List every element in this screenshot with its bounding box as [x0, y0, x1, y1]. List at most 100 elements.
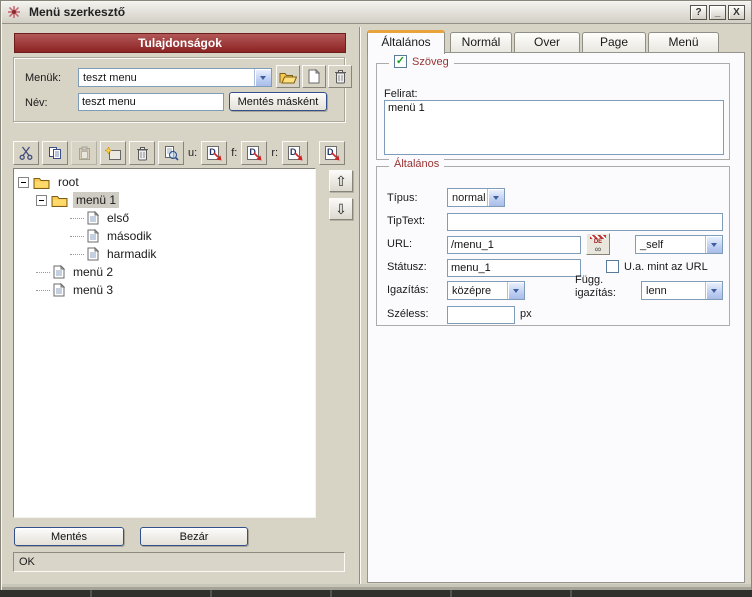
- menu-tree: root menü 1 első második harmadik: [13, 168, 316, 518]
- down-arrow-icon: ⇩: [335, 201, 347, 218]
- r-label: r:: [270, 147, 279, 159]
- tab-over[interactable]: Over: [514, 32, 580, 52]
- document-icon: [87, 229, 99, 243]
- tiptext-input[interactable]: [447, 213, 723, 231]
- export-all-button[interactable]: D: [319, 141, 345, 165]
- tree-connector: [36, 272, 50, 273]
- name-label: Név:: [25, 97, 48, 109]
- new-item-icon: [105, 147, 121, 160]
- tree-item-harmadik[interactable]: harmadik: [14, 245, 315, 263]
- px-label: px: [520, 308, 532, 320]
- collapse-icon[interactable]: [36, 195, 47, 206]
- tree-connector: [70, 236, 84, 237]
- szeless-label: Széless:: [387, 308, 429, 320]
- folder-icon: [33, 176, 50, 189]
- tab-menu[interactable]: Menü: [648, 32, 719, 52]
- window-title: Menü szerkesztő: [29, 5, 125, 19]
- close-icon[interactable]: X: [728, 5, 745, 20]
- clipboard-icon: [78, 146, 91, 160]
- new-menu-button[interactable]: [302, 65, 326, 88]
- export-d-icon: D: [206, 146, 222, 161]
- preview-button[interactable]: [158, 141, 184, 165]
- tree-item-masodik[interactable]: második: [14, 227, 315, 245]
- export-r-button[interactable]: D: [282, 141, 308, 165]
- document-icon: [53, 265, 65, 279]
- tree-item-elso[interactable]: első: [14, 209, 315, 227]
- status-bar: OK: [13, 552, 345, 572]
- szeless-input[interactable]: [447, 306, 515, 324]
- statusz-input[interactable]: [447, 259, 581, 277]
- collapse-icon[interactable]: [18, 177, 29, 188]
- copy-icon: [48, 146, 62, 160]
- tree-item-menu1[interactable]: menü 1: [14, 191, 315, 209]
- close-button[interactable]: Bezár: [140, 527, 248, 546]
- trash-icon: [334, 69, 347, 84]
- new-document-icon: [308, 69, 320, 84]
- tipus-select[interactable]: normal: [447, 188, 505, 207]
- fugg-igazitas-select[interactable]: lenn: [641, 281, 723, 300]
- properties-header: Tulajdonságok: [14, 33, 346, 53]
- export-f-button[interactable]: D: [241, 141, 267, 165]
- open-menu-button[interactable]: [276, 65, 300, 88]
- folder-icon: [51, 194, 68, 207]
- move-down-button[interactable]: ⇩: [329, 198, 353, 220]
- url-input[interactable]: [447, 236, 581, 254]
- trash-icon: [136, 146, 149, 161]
- check-icon: ✓: [396, 56, 405, 67]
- menus-label: Menük:: [25, 72, 61, 84]
- igazitas-select[interactable]: középre: [447, 281, 525, 300]
- chevron-down-icon[interactable]: [705, 236, 722, 253]
- menus-select[interactable]: teszt menu: [78, 68, 272, 87]
- same-as-url-label: U.a. mint az URL: [624, 261, 708, 273]
- chain-link-icon: ∞: [595, 245, 601, 253]
- tab-altalanos[interactable]: Általános: [367, 30, 445, 54]
- chevron-down-icon[interactable]: [487, 189, 504, 206]
- delete-item-button[interactable]: [129, 141, 155, 165]
- altalanos-legend: Általános: [389, 158, 444, 170]
- delete-menu-button[interactable]: [328, 65, 352, 88]
- export-u-button[interactable]: D: [201, 141, 227, 165]
- export-d-icon: D: [287, 146, 303, 161]
- name-input[interactable]: [78, 93, 224, 111]
- tree-item-root[interactable]: root: [14, 173, 315, 191]
- scissors-icon: [19, 146, 33, 160]
- app-icon: [7, 5, 21, 19]
- fugg-igazitas-label: Függ. igazítás:: [575, 274, 637, 300]
- tab-normal[interactable]: Normál: [450, 32, 512, 52]
- chevron-down-icon[interactable]: [507, 282, 524, 299]
- tree-connector: [70, 218, 84, 219]
- document-icon: [87, 211, 99, 225]
- minimize-button[interactable]: _: [709, 5, 726, 20]
- same-as-url-checkbox[interactable]: ✓: [606, 260, 619, 273]
- cut-button[interactable]: [13, 141, 39, 165]
- paste-button[interactable]: [71, 141, 97, 165]
- u-label: u:: [187, 147, 198, 159]
- felirat-textarea[interactable]: menü 1: [384, 100, 724, 155]
- tiptext-label: TipText:: [387, 215, 425, 227]
- tree-item-menu2[interactable]: menü 2: [14, 263, 315, 281]
- add-item-button[interactable]: [100, 141, 126, 165]
- save-button[interactable]: Mentés: [14, 527, 124, 546]
- f-label: f:: [230, 147, 238, 159]
- szoveg-legend: ✓ Szöveg: [389, 55, 454, 68]
- target-select[interactable]: _self: [635, 235, 723, 254]
- move-up-button[interactable]: ⇧: [329, 170, 353, 192]
- copy-button[interactable]: [42, 141, 68, 165]
- tree-item-menu3[interactable]: menü 3: [14, 281, 315, 299]
- altalanos-group: Általános Típus: normal TipText: URL: DE…: [376, 166, 730, 326]
- document-icon: [53, 283, 65, 297]
- chevron-down-icon[interactable]: [254, 69, 271, 86]
- chevron-down-icon[interactable]: [705, 282, 722, 299]
- export-d-icon: D: [246, 146, 262, 161]
- help-button[interactable]: ?: [690, 5, 707, 20]
- tab-page[interactable]: Page: [582, 32, 646, 52]
- url-picker-button[interactable]: DE ∞: [586, 233, 610, 255]
- menu-selector-group: Menük: teszt menu Név: Mentés másként: [13, 57, 345, 122]
- save-as-button[interactable]: Mentés másként: [229, 92, 327, 111]
- title-bar: Menü szerkesztő ? _ X: [1, 1, 751, 24]
- taskbar-sliver: [0, 590, 752, 597]
- szoveg-checkbox[interactable]: ✓: [394, 55, 407, 68]
- panel-divider: [359, 27, 360, 584]
- igazitas-label: Igazítás:: [387, 284, 429, 296]
- tab-page-altalanos: ✓ Szöveg Felirat: menü 1 Általános Típus…: [367, 52, 745, 583]
